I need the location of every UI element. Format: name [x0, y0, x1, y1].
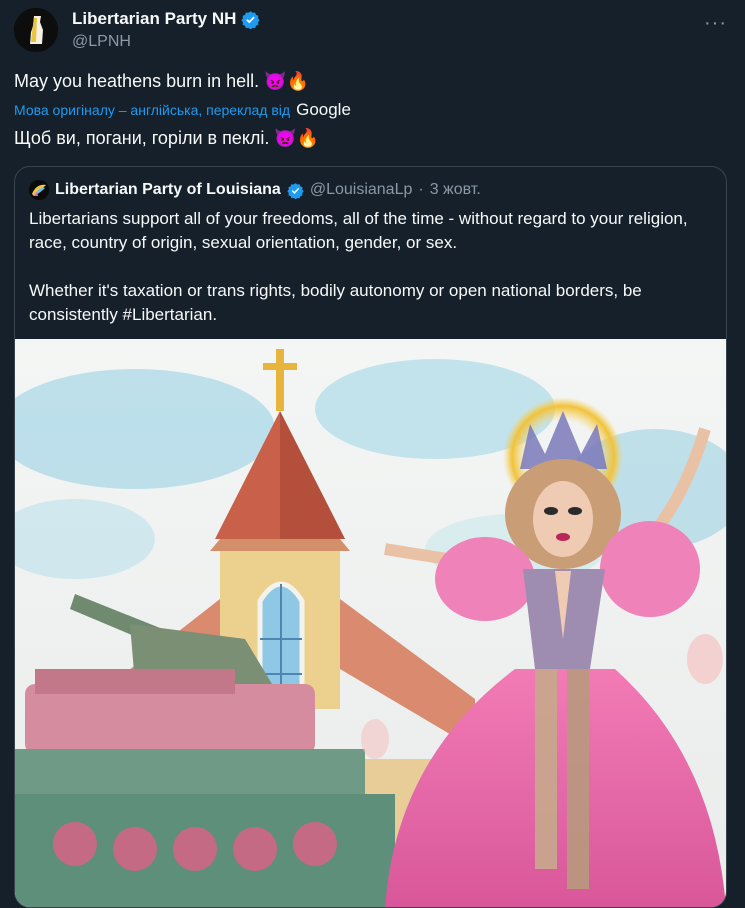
avatar[interactable] [14, 8, 58, 52]
translation-row: Мова оригіналу – англійська, переклад ві… [14, 100, 351, 120]
verified-badge-icon [287, 182, 304, 199]
quoted-paragraph: Whether it's taxation or trans rights, b… [29, 281, 642, 324]
verified-badge-icon [241, 10, 260, 29]
quoted-tweet[interactable]: Libertarian Party of Louisiana @Louisian… [14, 166, 727, 908]
google-logo: Google [296, 100, 351, 119]
tweet-header: Libertarian Party NH @LPNH ··· [14, 6, 731, 56]
tweet-body: May you heathens burn in hell. [14, 71, 260, 91]
quoted-paragraph: Libertarians support all of your freedom… [29, 209, 688, 252]
translated-text: Щоб ви, погани, горіли в пеклі. 👿🔥 [14, 126, 319, 151]
quoted-avatar [29, 180, 49, 200]
quoted-author-name[interactable]: Libertarian Party of Louisiana [55, 181, 281, 199]
quoted-date[interactable]: 3 жовт. [430, 181, 481, 199]
quoted-author-handle[interactable]: @LouisianaLp [310, 181, 413, 199]
translation-note[interactable]: Мова оригіналу – англійська, переклад ві… [14, 102, 290, 118]
quoted-text: Libertarians support all of your freedom… [29, 207, 709, 327]
author-handle[interactable]: @LPNH [72, 33, 260, 51]
quoted-header: Libertarian Party of Louisiana @Louisian… [29, 180, 481, 200]
devil-fire-emoji-translated: 👿🔥 [274, 128, 320, 149]
author-name[interactable]: Libertarian Party NH [72, 9, 236, 29]
quoted-image[interactable] [15, 339, 726, 908]
devil-fire-emoji: 👿🔥 [264, 71, 309, 92]
translated-body: Щоб ви, погани, горіли в пеклі. [14, 128, 270, 148]
dot-separator: · [418, 181, 424, 198]
tweet-text: May you heathens burn in hell. 👿🔥 [14, 69, 309, 94]
more-options-icon[interactable]: ··· [704, 12, 727, 35]
